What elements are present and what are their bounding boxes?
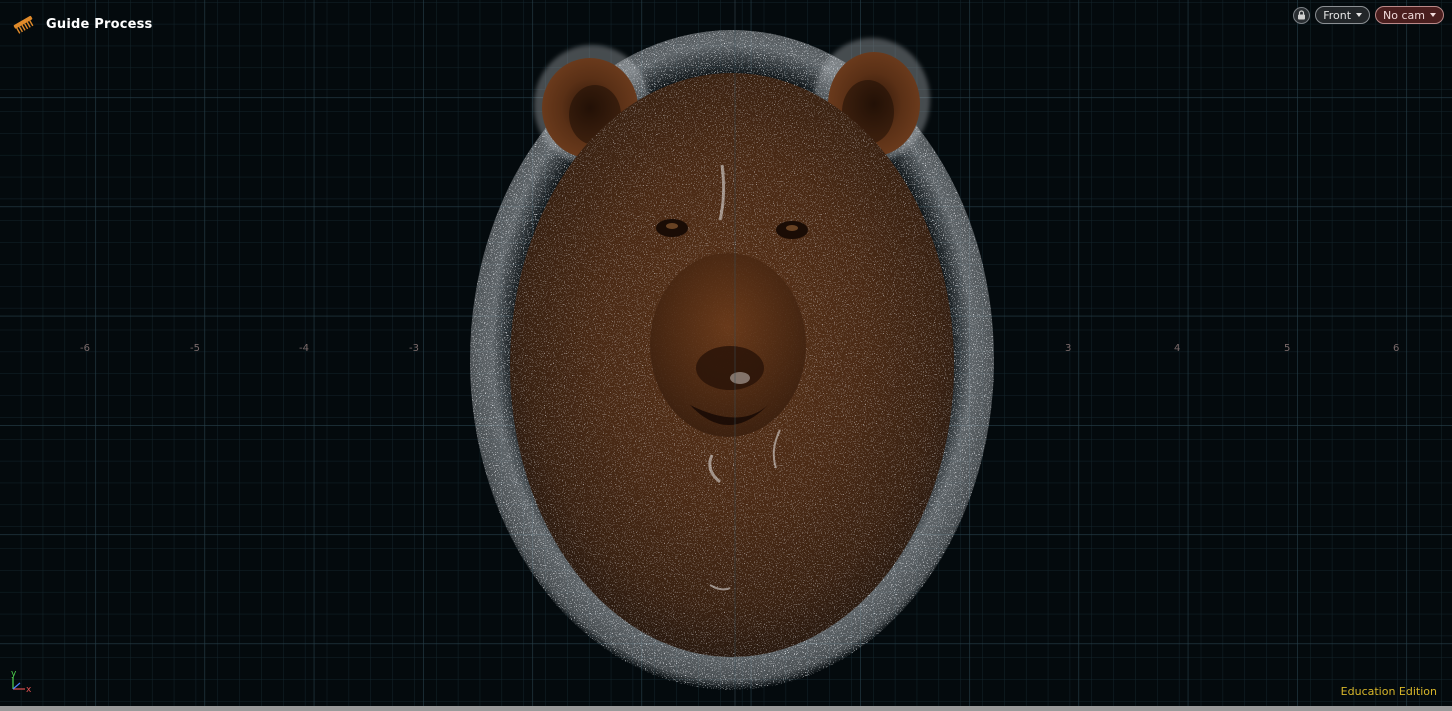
viewport-title: Guide Process [12,14,153,34]
chevron-down-icon [1430,13,1436,17]
grid-tick-label: -6 [80,343,90,354]
grid-tick-label: 4 [1174,343,1180,354]
grid-tick-label: -4 [299,343,309,354]
view-dropdown-label: Front [1323,8,1352,22]
lock-camera-button[interactable] [1293,6,1311,24]
viewport-canvas: -6 -5 -4 -3 3 4 5 6 [0,0,1452,711]
viewport-title-label: Guide Process [46,16,153,32]
grid-tick-label: -3 [409,343,419,354]
viewport-controls: Front No cam [1293,6,1444,24]
grid-tick-label: 3 [1065,343,1071,354]
grid-tick-label: -5 [190,343,200,354]
grid-tick-label: 5 [1284,343,1290,354]
view-dropdown[interactable]: Front [1315,6,1371,24]
3d-viewport[interactable]: -6 -5 -4 -3 3 4 5 6 Guide Process Front … [0,0,1452,711]
comb-icon [13,15,34,34]
axis-y-label: y [11,669,17,679]
axis-x-label: x [26,685,32,695]
edition-label: Education Edition [1340,685,1437,698]
camera-dropdown-label: No cam [1383,8,1425,22]
viewport-bottom-border [0,706,1452,711]
chevron-down-icon [1356,13,1363,17]
bear-muzzle [650,253,806,437]
grid-tick-label: 6 [1393,343,1399,354]
lock-icon [1298,10,1306,20]
axis-gnomon: y x [11,669,32,695]
camera-dropdown[interactable]: No cam [1375,6,1444,24]
